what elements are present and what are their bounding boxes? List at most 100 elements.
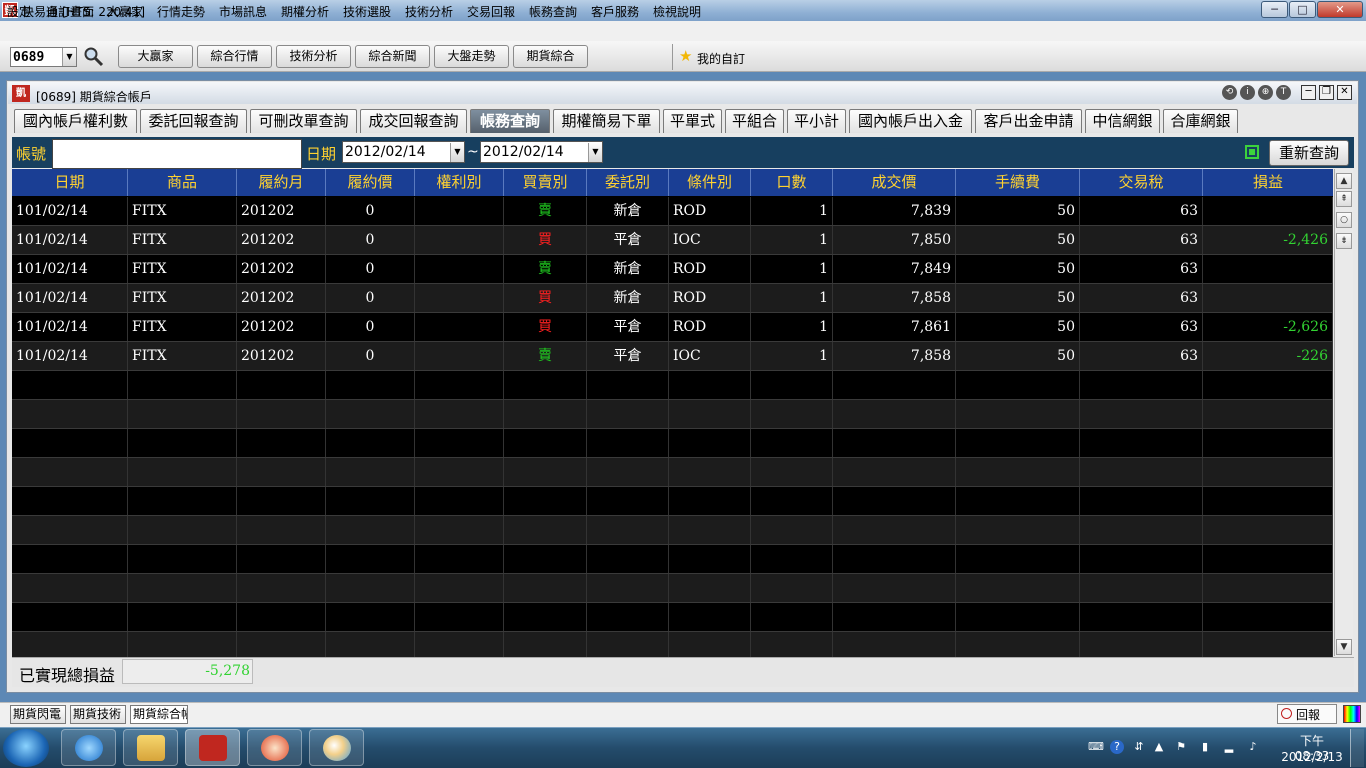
table-row[interactable]: 101/02/14 FITX 201202 0 賣新倉 ROD 1 7,839 50 63	[12, 197, 1333, 226]
toolbar-index-trend-button[interactable]: 大盤走勢	[434, 45, 509, 68]
tab-order-report[interactable]: 委託回報查詢	[140, 109, 247, 133]
stock-code-combo[interactable]: 0689 ▼	[10, 47, 77, 67]
menu-quotes[interactable]: 行情走勢	[157, 3, 205, 20]
scroll-page-up-icon[interactable]: ⇞	[1336, 191, 1352, 207]
window-tab-futures-account[interactable]: 期貨綜合帳戶	[130, 705, 188, 724]
menu-trade-report[interactable]: 交易回報	[467, 3, 515, 20]
menu-settings[interactable]: 設定	[7, 3, 31, 20]
table-row[interactable]	[12, 429, 1333, 458]
scroll-down-icon[interactable]: ▼	[1336, 639, 1352, 655]
date-from-picker[interactable]: 2012/02/14 ▼	[342, 141, 465, 163]
column-header-call-put[interactable]: 權利別	[415, 169, 504, 196]
menu-options-analysis[interactable]: 期權分析	[281, 3, 329, 20]
column-header-condition[interactable]: 條件別	[669, 169, 751, 196]
table-row[interactable]	[12, 574, 1333, 603]
ie-icon[interactable]	[61, 729, 116, 766]
tab-close-combo[interactable]: 平組合	[725, 109, 784, 133]
tab-close-subtotal[interactable]: 平小計	[787, 109, 846, 133]
column-header-order-type[interactable]: 委託別	[587, 169, 669, 196]
toolbar-big-winner-button[interactable]: 大贏家	[118, 45, 193, 68]
column-header-product[interactable]: 商品	[128, 169, 237, 196]
table-row[interactable]	[12, 487, 1333, 516]
show-desktop-button[interactable]	[1350, 729, 1364, 767]
column-header-fill-price[interactable]: 成交價	[833, 169, 956, 196]
tab-ctbc-bank[interactable]: 中信網銀	[1085, 109, 1160, 133]
table-row[interactable]	[12, 603, 1333, 632]
clock-date[interactable]: 2012/2/13	[1280, 750, 1344, 764]
column-header-date[interactable]: 日期	[12, 169, 128, 196]
hts-app-icon[interactable]	[185, 729, 240, 766]
scroll-page-down-icon[interactable]: ⇟	[1336, 233, 1352, 249]
tab-withdraw-request[interactable]: 客戶出金申請	[975, 109, 1082, 133]
menu-tech-analysis[interactable]: 技術分析	[405, 3, 453, 20]
keyboard-icon[interactable]: ⌨	[1088, 740, 1104, 754]
search-icon[interactable]	[83, 46, 105, 68]
tab-fill-report[interactable]: 成交回報查詢	[360, 109, 467, 133]
menu-account-query[interactable]: 帳務查詢	[529, 3, 577, 20]
language-icon[interactable]: ⇵	[1132, 740, 1146, 754]
tab-domestic-equity[interactable]: 國內帳戶權利數	[14, 109, 137, 133]
menu-tech-screening[interactable]: 技術選股	[343, 3, 391, 20]
tab-account-query[interactable]: 帳務查詢	[470, 109, 550, 133]
tab-tcb-bank[interactable]: 合庫網銀	[1163, 109, 1238, 133]
column-header-tax[interactable]: 交易稅	[1080, 169, 1203, 196]
tray-expand-icon[interactable]: ▲	[1152, 740, 1166, 754]
menu-custom-screen[interactable]: 自訂畫面	[46, 3, 94, 20]
action-center-icon[interactable]: ⚑	[1174, 740, 1188, 754]
table-row[interactable]: 101/02/14 FITX 201202 0 買平倉 IOC 1 7,850 50 63 -2,4…	[12, 226, 1333, 255]
text-icon[interactable]: T	[1276, 85, 1291, 100]
table-row[interactable]	[12, 371, 1333, 400]
menu-help[interactable]: 檢視說明	[653, 3, 701, 20]
tab-close-single[interactable]: 平單式	[663, 109, 722, 133]
menu-customer-service[interactable]: 客戶服務	[591, 3, 639, 20]
close-button[interactable]: ✕	[1317, 1, 1363, 18]
menu-market-news[interactable]: 市場訊息	[219, 3, 267, 20]
toolbar-futures-button[interactable]: 期貨綜合	[513, 45, 588, 68]
table-row[interactable]	[12, 545, 1333, 574]
tab-deposit-withdraw[interactable]: 國內帳戶出入金	[849, 109, 972, 133]
paint-icon[interactable]	[309, 729, 364, 766]
tab-options-order[interactable]: 期權簡易下單	[553, 109, 660, 133]
account-input[interactable]	[52, 139, 302, 169]
column-header-fee[interactable]: 手續費	[956, 169, 1080, 196]
minimize-button[interactable]: ─	[1261, 1, 1288, 18]
info-icon[interactable]: i	[1240, 85, 1255, 100]
color-palette-icon[interactable]	[1343, 705, 1361, 723]
explorer-icon[interactable]	[123, 729, 178, 766]
power-icon[interactable]: ▮	[1198, 740, 1212, 754]
column-header-side[interactable]: 買賣別	[504, 169, 587, 196]
column-header-lots[interactable]: 口數	[751, 169, 833, 196]
report-button[interactable]: 回報	[1277, 704, 1337, 724]
toolbar-news-button[interactable]: 綜合新聞	[355, 45, 430, 68]
window-tab-futures-flash[interactable]: 期貨閃電	[10, 705, 66, 724]
table-row[interactable]: 101/02/14 FITX 201202 0 賣平倉 IOC 1 7,858 50 63 -226	[12, 342, 1333, 371]
refresh-icon[interactable]: ⟲	[1222, 85, 1237, 100]
column-header-contract-month[interactable]: 履約月	[237, 169, 326, 196]
game-icon[interactable]	[247, 729, 302, 766]
volume-icon[interactable]: ♪	[1246, 740, 1260, 754]
table-row[interactable]	[12, 400, 1333, 429]
window-restore-button[interactable]: ❐	[1319, 85, 1334, 100]
window-tab-futures-tech[interactable]: 期貨技術	[70, 705, 126, 724]
column-header-pnl[interactable]: 損益	[1203, 169, 1333, 196]
chevron-down-icon[interactable]: ▼	[450, 143, 464, 162]
toolbar-quotes-button[interactable]: 綜合行情	[197, 45, 272, 68]
tab-modifiable-orders[interactable]: 可刪改單查詢	[250, 109, 357, 133]
chevron-down-icon[interactable]: ▼	[62, 48, 76, 66]
scroll-thumb[interactable]: ○	[1336, 212, 1352, 228]
link-icon[interactable]: ⊕	[1258, 85, 1273, 100]
window-close-button[interactable]: ✕	[1337, 85, 1352, 100]
favorites-link[interactable]: 我的自訂	[697, 50, 745, 67]
table-row[interactable]: 101/02/14 FITX 201202 0 買平倉 ROD 1 7,861 50 63 -2,6…	[12, 313, 1333, 342]
export-icon[interactable]	[1245, 145, 1259, 159]
menu-big-winner[interactable]: 大贏家	[107, 3, 143, 20]
column-header-strike[interactable]: 履約價	[326, 169, 415, 196]
date-to-picker[interactable]: 2012/02/14 ▼	[480, 141, 603, 163]
toolbar-tech-analysis-button[interactable]: 技術分析	[276, 45, 351, 68]
table-row[interactable]	[12, 458, 1333, 487]
table-row[interactable]: 101/02/14 FITX 201202 0 賣新倉 ROD 1 7,849 50 63	[12, 255, 1333, 284]
maximize-button[interactable]: □	[1289, 1, 1316, 18]
network-icon[interactable]: ▂	[1222, 740, 1236, 754]
scroll-up-icon[interactable]: ▲	[1336, 173, 1352, 189]
table-row[interactable]: 101/02/14 FITX 201202 0 買新倉 ROD 1 7,858 50 63	[12, 284, 1333, 313]
